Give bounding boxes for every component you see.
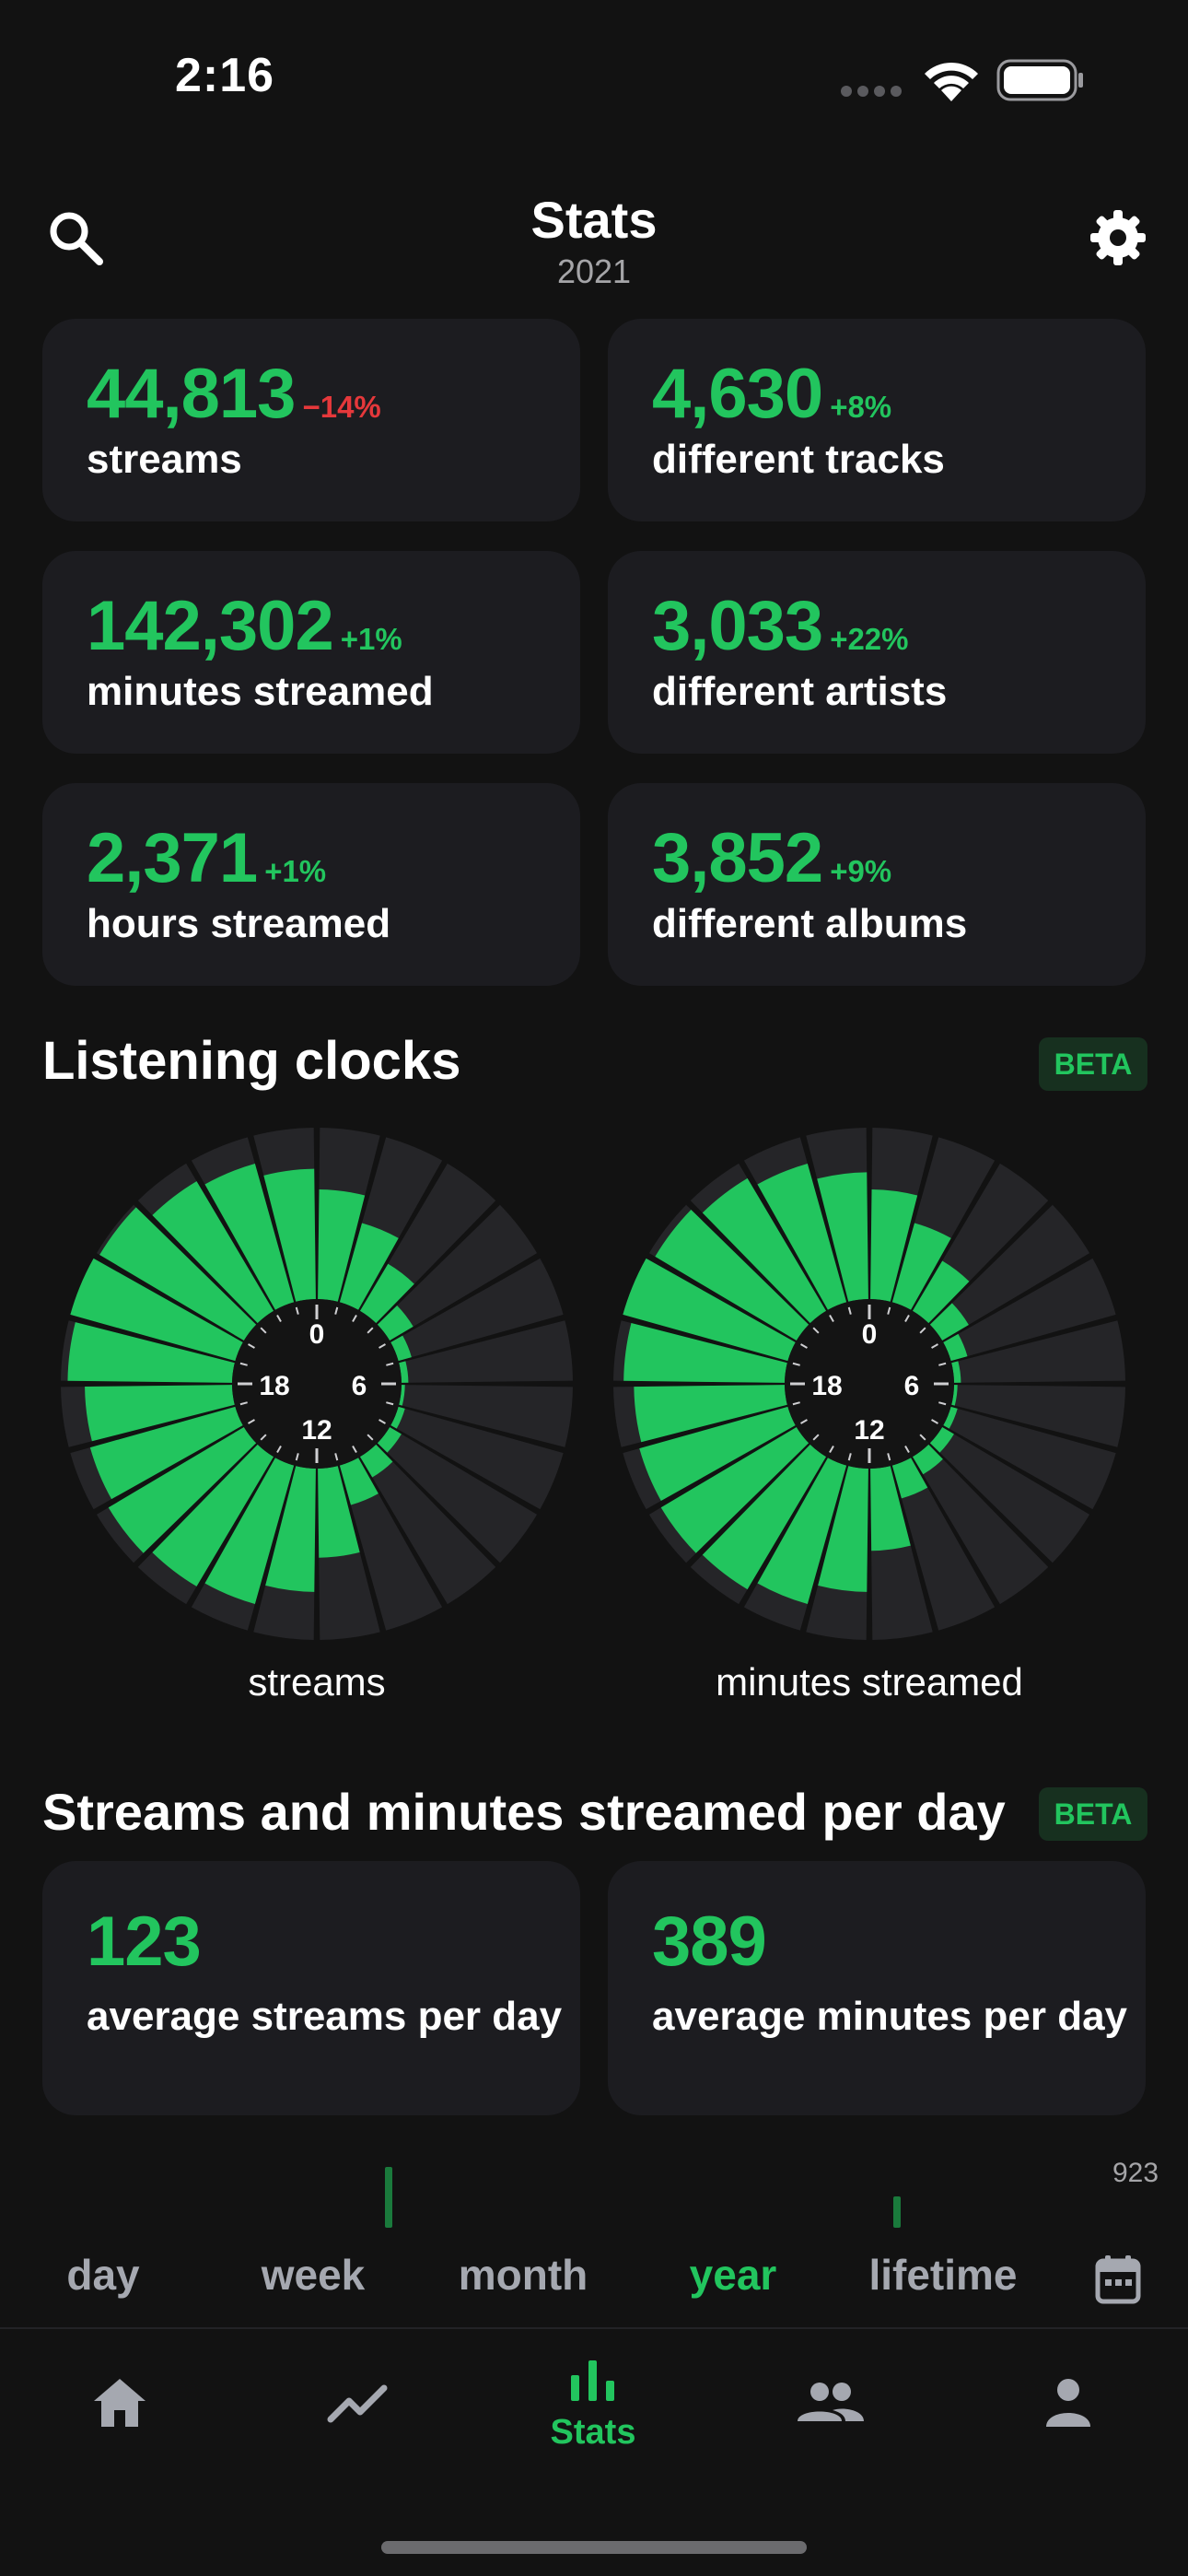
stat-change: +22% <box>830 622 909 656</box>
nav-stats-label: Stats <box>550 2413 636 2452</box>
stat-card-different-artists[interactable]: 3,033 +22% different artists <box>608 551 1146 754</box>
period-tab-month[interactable]: month <box>431 2250 615 2300</box>
stat-label: different albums <box>652 901 968 946</box>
page-subtitle[interactable]: 2021 <box>0 252 1188 291</box>
stat-value: 4,630 <box>652 355 823 433</box>
stat-change: +1% <box>264 854 327 888</box>
stat-value: 2,371 <box>87 819 258 897</box>
stat-change: +8% <box>830 390 892 424</box>
period-tab-year[interactable]: year <box>641 2250 825 2300</box>
avg-label: average minutes per day <box>652 1994 1128 2039</box>
nav-friends[interactable] <box>757 2381 904 2428</box>
clock-hour-label: 0 <box>862 1319 878 1350</box>
listening-clock-streams: 06 12 18 <box>61 1128 573 1640</box>
status-time: 2:16 <box>175 49 275 102</box>
period-tab-week[interactable]: week <box>221 2250 405 2300</box>
clock-hour-label: 12 <box>301 1415 332 1446</box>
clock-hour-label: 6 <box>352 1371 367 1401</box>
chart-bar <box>385 2167 392 2228</box>
nav-home[interactable] <box>46 2375 193 2435</box>
stat-value-row: 3,852 +9% <box>652 818 891 898</box>
stat-card-different-albums[interactable]: 3,852 +9% different albums <box>608 783 1146 986</box>
home-indicator <box>381 2541 807 2554</box>
stat-label: minutes streamed <box>87 669 434 714</box>
battery-icon <box>996 59 1083 101</box>
trending-up-icon <box>327 2384 388 2423</box>
avg-value: 123 <box>87 1903 202 1981</box>
stat-card-streams[interactable]: 44,813 −14% streams <box>42 319 580 521</box>
avg-value: 389 <box>652 1903 767 1981</box>
stat-value-row: 2,371 +1% <box>87 818 326 898</box>
stat-label: streams <box>87 437 242 482</box>
clock-hour-label: 0 <box>309 1319 325 1350</box>
per-day-title: Streams and minutes streamed per day <box>42 1783 1006 1841</box>
clock-hour-label: 12 <box>854 1415 884 1446</box>
listening-clock-minutes: 06 12 18 <box>613 1128 1125 1640</box>
stat-change: −14% <box>302 390 381 424</box>
signal-icon <box>841 86 902 97</box>
page-title: Stats <box>530 191 658 249</box>
stat-value-row: 3,033 +22% <box>652 586 909 666</box>
stat-card-hours-streamed[interactable]: 2,371 +1% hours streamed <box>42 783 580 986</box>
stat-label: different artists <box>652 669 948 714</box>
stat-change: +1% <box>340 622 402 656</box>
clock-hour-label: 18 <box>259 1371 289 1401</box>
chart-max-label: 923 <box>1112 2158 1159 2188</box>
avg-streams-card[interactable]: 123 average streams per day <box>42 1861 580 2115</box>
stat-value-row: 142,302 +1% <box>87 586 402 666</box>
clock-hour-label: 18 <box>811 1371 842 1401</box>
wifi-icon <box>925 62 978 101</box>
stat-value: 3,033 <box>652 587 823 665</box>
clock-label-minutes: minutes streamed <box>716 1660 1023 1704</box>
avg-minutes-card[interactable]: 389 average minutes per day <box>608 1861 1146 2115</box>
stat-change: +9% <box>830 854 892 888</box>
period-tab-lifetime[interactable]: lifetime <box>851 2250 1035 2300</box>
clock-hour-label: 6 <box>904 1371 920 1401</box>
stat-label: hours streamed <box>87 901 391 946</box>
stat-value-row: 4,630 +8% <box>652 354 891 434</box>
person-icon <box>1046 2379 1090 2427</box>
avg-label: average streams per day <box>87 1994 563 2039</box>
nav-trends[interactable] <box>284 2383 431 2430</box>
stat-value: 142,302 <box>87 587 334 665</box>
nav-profile[interactable] <box>995 2377 1142 2433</box>
stat-label: different tracks <box>652 437 945 482</box>
people-icon <box>798 2383 864 2421</box>
nav-stats[interactable]: Stats <box>519 2359 667 2453</box>
stat-card-different-tracks[interactable]: 4,630 +8% different tracks <box>608 319 1146 521</box>
calendar-icon[interactable] <box>1094 2254 1142 2305</box>
bar-chart-icon <box>571 2360 614 2401</box>
home-icon <box>94 2379 146 2427</box>
stat-value: 3,852 <box>652 819 823 897</box>
beta-badge: BETA <box>1039 1787 1147 1841</box>
period-tab-day[interactable]: day <box>11 2250 195 2300</box>
stat-value: 44,813 <box>87 355 296 433</box>
beta-badge: BETA <box>1039 1037 1147 1091</box>
chart-bar <box>893 2196 901 2228</box>
clock-label-streams: streams <box>248 1660 386 1704</box>
gear-icon[interactable] <box>1089 208 1147 267</box>
listening-clocks-title: Listening clocks <box>42 1031 461 1091</box>
stat-value-row: 44,813 −14% <box>87 354 381 434</box>
stat-card-minutes-streamed[interactable]: 142,302 +1% minutes streamed <box>42 551 580 754</box>
